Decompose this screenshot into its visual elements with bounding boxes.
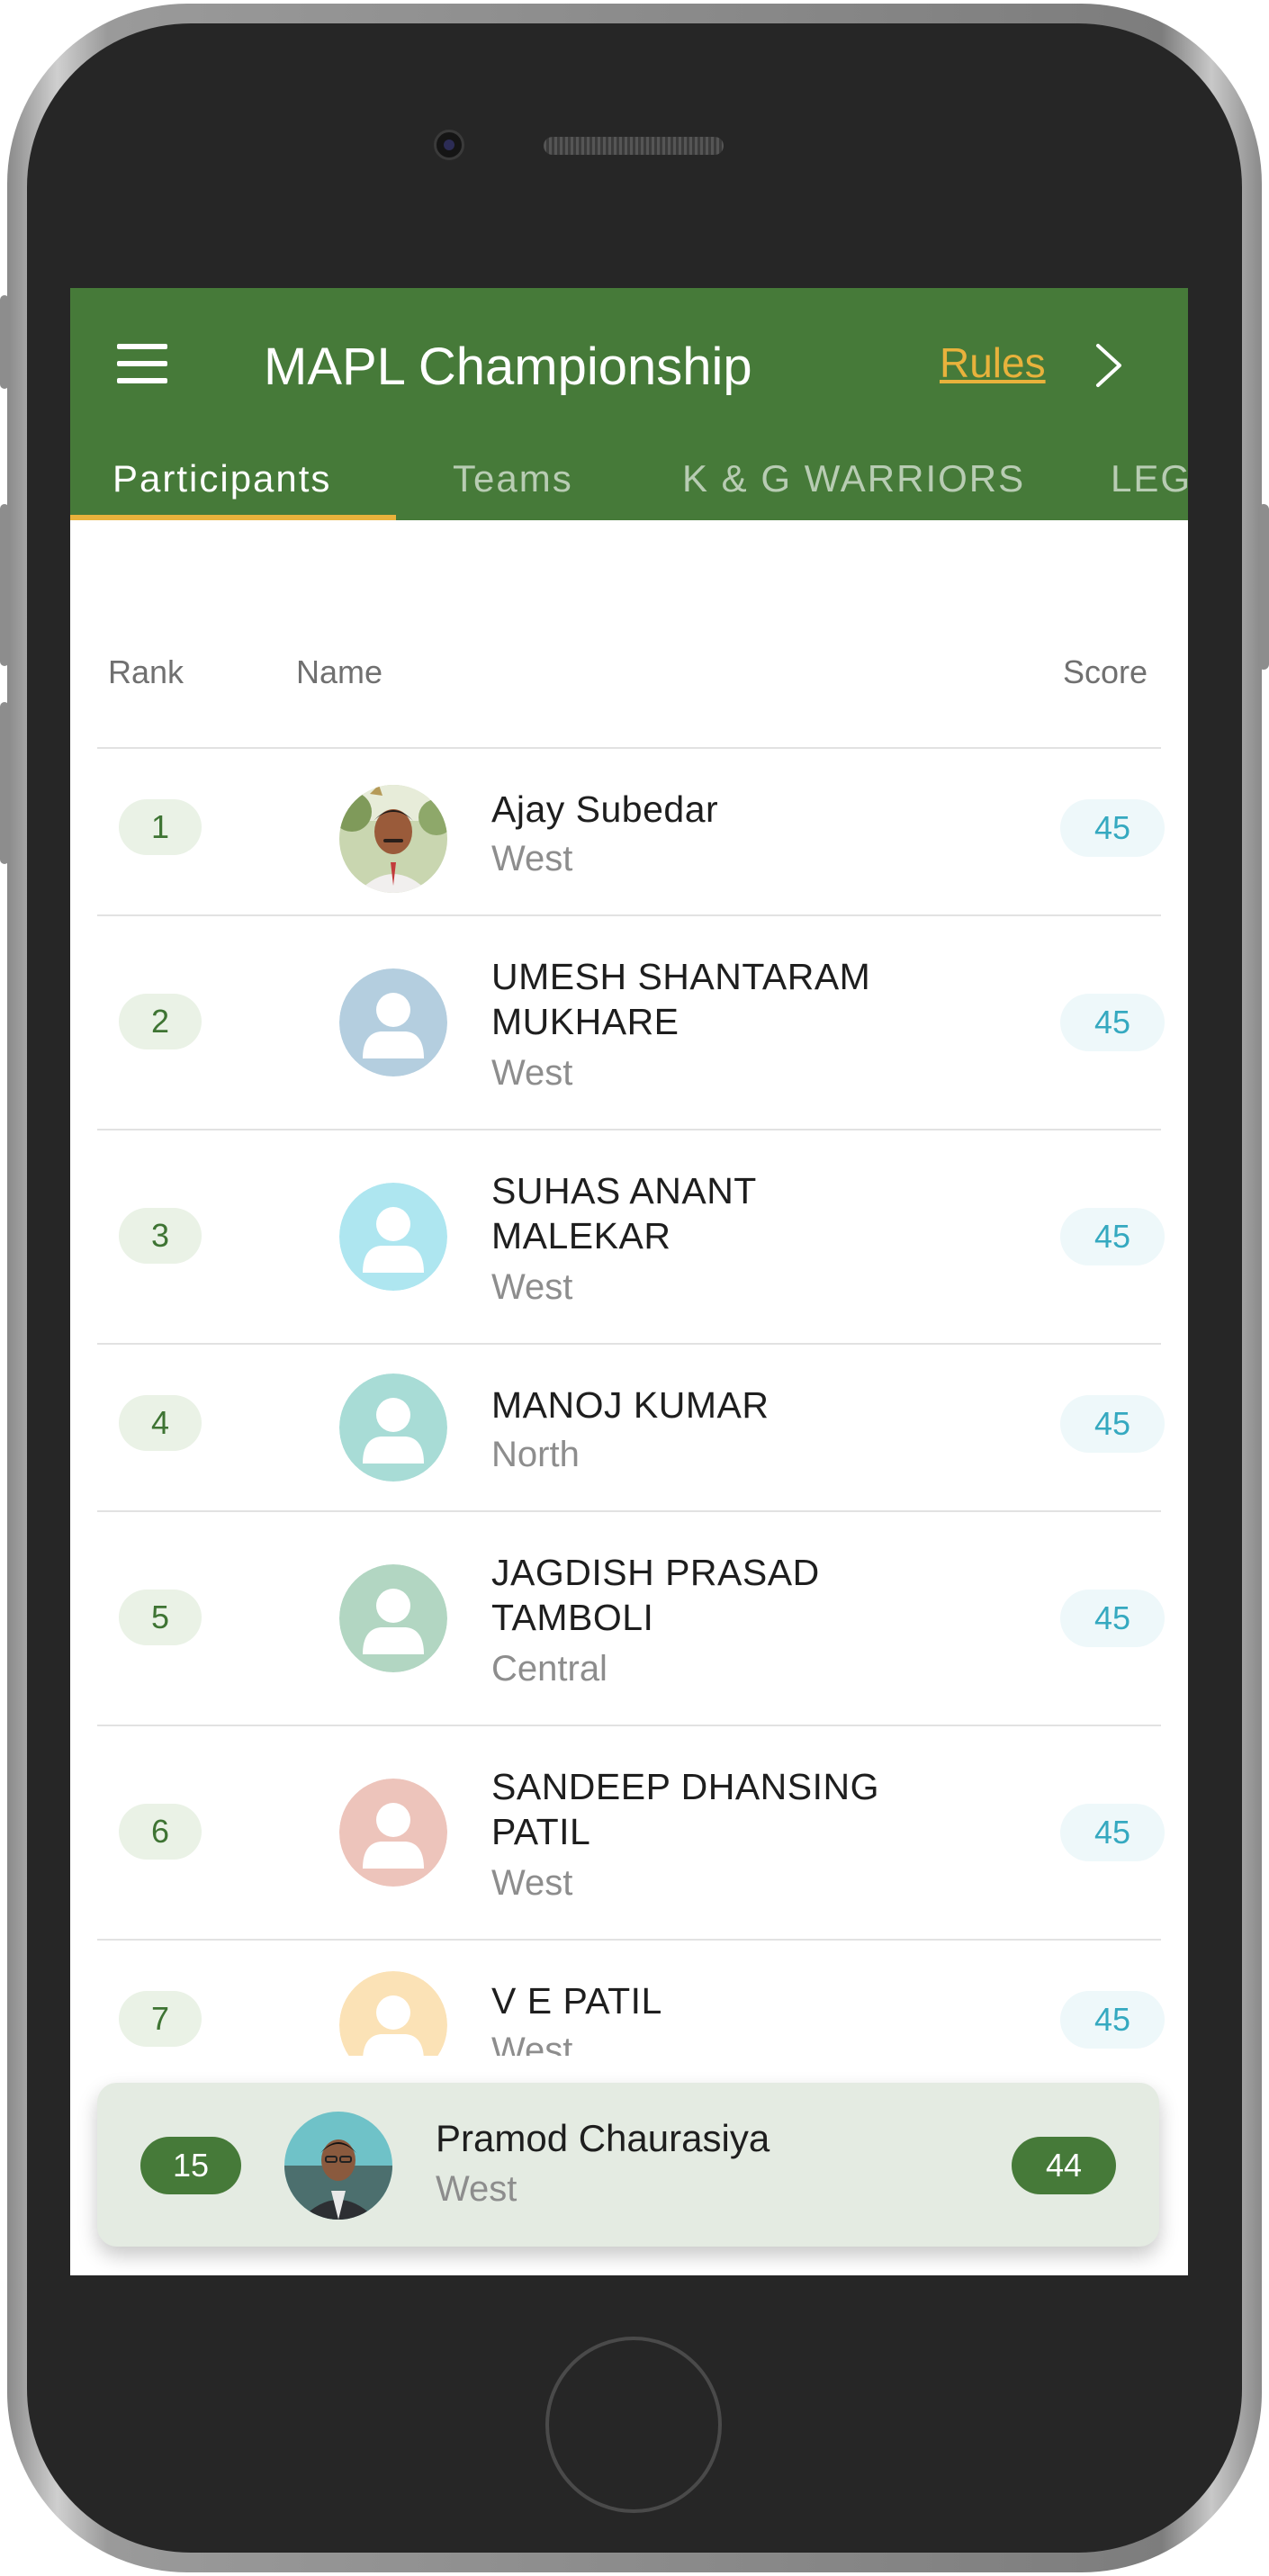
side-button-power — [1258, 504, 1269, 670]
current-user-name: Pramod Chaurasiya — [436, 2117, 770, 2159]
rank-badge: 2 — [119, 994, 202, 1049]
score-badge: 45 — [1060, 799, 1165, 857]
side-button-volume-up — [0, 504, 9, 666]
participant-name: Ajay Subedar — [491, 788, 719, 830]
participant-region: West — [491, 1053, 573, 1093]
page-title: MAPL Championship — [264, 338, 752, 396]
tab-participants[interactable]: Participants — [112, 457, 331, 500]
current-user-region: West — [436, 2169, 518, 2209]
tab-teams[interactable]: Teams — [453, 457, 573, 500]
home-button[interactable] — [545, 2337, 722, 2513]
table-row[interactable]: 6 SANDEEP DHANSING PATIL West 45 — [97, 1725, 1165, 1939]
person-placeholder-icon — [339, 1564, 447, 1672]
person-placeholder-icon — [339, 1183, 447, 1291]
app-bar: MAPL Championship Rules Participants Tea… — [70, 288, 1188, 520]
participant-name: MANOJ KUMAR — [491, 1384, 770, 1426]
person-placeholder-icon — [339, 1374, 447, 1482]
rules-link[interactable]: Rules — [940, 338, 1046, 387]
column-header-name: Name — [296, 653, 383, 690]
participant-region: Central — [491, 1649, 608, 1689]
rank-badge: 7 — [119, 1991, 202, 2047]
tab-k-g-warriors[interactable]: K & G WARRIORS — [682, 457, 1025, 500]
score-badge: 45 — [1060, 994, 1165, 1051]
participant-region: North — [491, 1435, 580, 1474]
current-user-avatar — [284, 2112, 392, 2220]
table-row[interactable]: 1 Ajay Subedar West 45 — [97, 747, 1165, 914]
participant-region: West — [491, 1863, 573, 1903]
participant-name: UMESH SHANTARAM MUKHARE — [491, 956, 871, 1042]
score-badge: 45 — [1060, 1590, 1165, 1647]
rank-badge: 5 — [119, 1590, 202, 1645]
score-badge: 45 — [1060, 1804, 1165, 1861]
rank-badge: 3 — [119, 1208, 202, 1264]
current-user-score-badge: 44 — [1012, 2137, 1116, 2194]
column-header-rank: Rank — [108, 653, 184, 690]
avatar-photo — [339, 785, 447, 893]
rank-badge: 6 — [119, 1804, 202, 1860]
person-placeholder-icon — [339, 968, 447, 1076]
table-row[interactable]: 3 SUHAS ANANT MALEKAR West 45 — [97, 1129, 1165, 1343]
front-camera — [434, 130, 464, 160]
side-button-volume-down — [0, 702, 9, 864]
side-button-mute — [0, 295, 9, 389]
table-row[interactable]: 4 MANOJ KUMAR North 45 — [97, 1343, 1165, 1510]
participant-name: SANDEEP DHANSING PATIL — [491, 1766, 880, 1852]
participant-name: JAGDISH PRASAD TAMBOLI — [491, 1552, 820, 1638]
active-tab-indicator — [70, 515, 396, 520]
score-badge: 45 — [1060, 1208, 1165, 1265]
earpiece-speaker — [544, 137, 724, 155]
participant-name: V E PATIL — [491, 1980, 662, 2022]
chevron-right-icon[interactable] — [1087, 340, 1130, 391]
rank-badge: 1 — [119, 799, 202, 855]
rank-badge: 4 — [119, 1395, 202, 1451]
score-badge: 45 — [1060, 1395, 1165, 1453]
person-placeholder-icon — [339, 1779, 447, 1887]
leaderboard-list: 1 Ajay Subedar West 45 2 UMESH SHANTARAM… — [97, 747, 1165, 2106]
participant-name: SUHAS ANANT MALEKAR — [491, 1170, 757, 1256]
table-row[interactable]: 2 UMESH SHANTARAM MUKHARE West 45 — [97, 914, 1165, 1129]
tab-leg[interactable]: LEG — [1111, 457, 1188, 500]
participant-region: West — [491, 839, 573, 878]
hamburger-menu-icon[interactable] — [117, 344, 167, 383]
participant-region: West — [491, 1267, 573, 1307]
current-user-card[interactable]: 15 Pramod Chaurasiya West 44 — [97, 2083, 1159, 2247]
app-screen: MAPL Championship Rules Participants Tea… — [70, 288, 1188, 2275]
table-row[interactable]: 5 JAGDISH PRASAD TAMBOLI Central 45 — [97, 1510, 1165, 1725]
score-badge: 45 — [1060, 1991, 1165, 2049]
current-user-rank-badge: 15 — [140, 2137, 241, 2194]
column-header-score: Score — [1063, 653, 1148, 690]
